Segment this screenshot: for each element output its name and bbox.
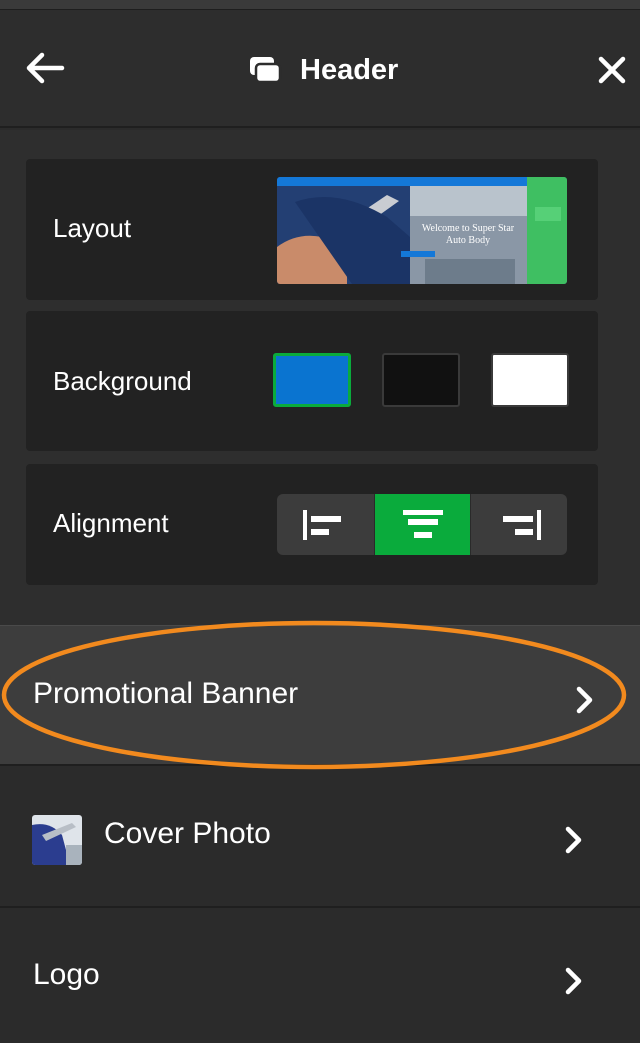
- align-right-icon: [503, 509, 542, 540]
- layout-preview-image: Welcome to Super Star Auto Body: [277, 177, 567, 284]
- swatch-blue[interactable]: [273, 353, 351, 407]
- layout-card: Layout Welcome to Super Star Auto Body: [26, 159, 598, 300]
- logo-row[interactable]: Logo: [0, 909, 640, 1043]
- settings-section: Layout Welcome to Super Star Auto Body B…: [0, 130, 640, 625]
- promotional-banner-label: Promotional Banner: [33, 677, 299, 710]
- logo-label: Logo: [33, 958, 100, 991]
- align-center-button[interactable]: [373, 494, 471, 555]
- cover-photo-thumbnail: [32, 815, 82, 865]
- layout-label: Layout: [53, 213, 132, 243]
- chevron-right-icon: [565, 826, 582, 854]
- panel-header: Header: [0, 10, 640, 128]
- align-left-button[interactable]: [277, 494, 374, 555]
- top-strip: [0, 0, 640, 10]
- alignment-toggle-group: [277, 494, 567, 555]
- cover-photo-label: Cover Photo: [104, 817, 271, 850]
- layout-preview-headline-2: Auto Body: [446, 235, 490, 246]
- close-icon: [598, 56, 626, 84]
- background-label: Background: [53, 366, 192, 396]
- panel-title: Header: [300, 53, 399, 86]
- align-left-icon: [303, 509, 342, 540]
- arrow-left-icon: [26, 52, 65, 84]
- align-center-icon: [402, 509, 443, 538]
- alignment-label: Alignment: [53, 508, 169, 538]
- chevron-right-icon: [576, 686, 593, 714]
- background-card: Background: [26, 311, 598, 451]
- layers-icon: [250, 57, 282, 84]
- back-button[interactable]: [22, 48, 70, 88]
- swatch-black[interactable]: [382, 353, 460, 407]
- alignment-card: Alignment: [26, 464, 598, 585]
- align-right-button[interactable]: [470, 494, 567, 555]
- layout-preview[interactable]: Welcome to Super Star Auto Body: [277, 177, 567, 284]
- cover-photo-row[interactable]: Cover Photo: [0, 767, 640, 908]
- swatch-white[interactable]: [491, 353, 569, 407]
- panel-title-group: Header: [248, 50, 398, 90]
- close-button[interactable]: [594, 52, 630, 88]
- chevron-right-icon: [565, 967, 582, 995]
- layout-preview-headline-1: Welcome to Super Star: [422, 223, 515, 234]
- promotional-banner-row[interactable]: Promotional Banner: [0, 625, 640, 766]
